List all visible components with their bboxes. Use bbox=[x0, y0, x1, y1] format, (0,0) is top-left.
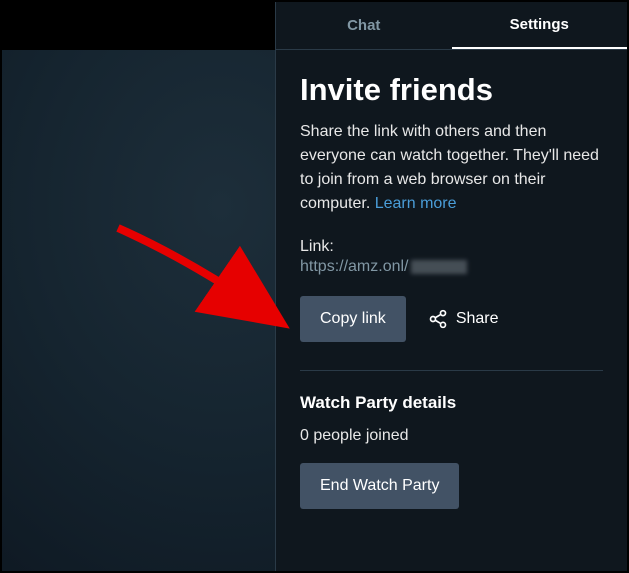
share-icon bbox=[428, 309, 448, 329]
divider bbox=[300, 370, 603, 371]
people-joined-count: 0 people joined bbox=[300, 427, 603, 445]
link-value: https://amz.onl/ bbox=[300, 258, 603, 276]
tab-chat[interactable]: Chat bbox=[276, 2, 452, 49]
page-title: Invite friends bbox=[300, 72, 603, 108]
settings-content: Invite friends Share the link with other… bbox=[276, 50, 627, 531]
link-actions: Copy link Share bbox=[300, 296, 603, 342]
video-playback-area bbox=[2, 2, 275, 571]
learn-more-link[interactable]: Learn more bbox=[375, 195, 457, 212]
link-url-text: https://amz.onl/ bbox=[300, 258, 409, 276]
share-button[interactable]: Share bbox=[428, 309, 499, 329]
tab-settings[interactable]: Settings bbox=[452, 2, 628, 49]
end-watch-party-button[interactable]: End Watch Party bbox=[300, 463, 459, 509]
link-label: Link: bbox=[300, 238, 603, 256]
share-label: Share bbox=[456, 310, 499, 328]
copy-link-button[interactable]: Copy link bbox=[300, 296, 406, 342]
settings-sidebar: Chat Settings Invite friends Share the l… bbox=[275, 2, 627, 571]
invite-description: Share the link with others and then ever… bbox=[300, 120, 603, 216]
tab-bar: Chat Settings bbox=[276, 2, 627, 50]
video-top-bar bbox=[2, 2, 275, 50]
watch-party-details-heading: Watch Party details bbox=[300, 393, 603, 413]
link-obscured-part bbox=[411, 260, 467, 274]
video-content bbox=[2, 50, 275, 571]
